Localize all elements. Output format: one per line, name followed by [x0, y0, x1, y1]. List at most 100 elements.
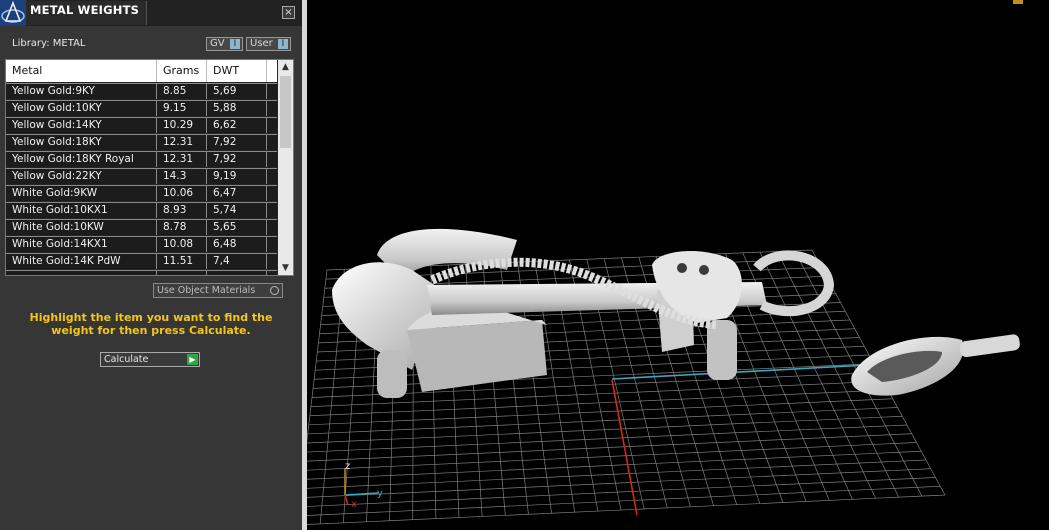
- table-row[interactable]: White Gold:14KX1 10.08 6,48: [6, 236, 277, 252]
- 3d-viewport[interactable]: z y x: [307, 0, 1049, 530]
- column-header-metal[interactable]: Metal: [6, 60, 157, 82]
- use-object-materials-label: Use Object Materials: [157, 285, 256, 296]
- table-row[interactable]: Yellow Gold:9KY 8.85 5,69: [6, 83, 277, 99]
- grid-line: [307, 468, 931, 498]
- library-label: Library: METAL: [12, 38, 86, 49]
- table-header: Metal Grams DWT: [6, 60, 277, 82]
- table-row[interactable]: Yellow Gold:18KY Royal 12.31 7,92: [6, 151, 277, 167]
- column-header-grams[interactable]: Grams: [157, 60, 207, 82]
- bail-model[interactable]: [851, 334, 1020, 396]
- grams-cell: 8.78: [157, 220, 207, 235]
- grid-line: [307, 485, 941, 516]
- empty-cell: [267, 271, 277, 275]
- close-button[interactable]: ×: [282, 6, 295, 19]
- scroll-down-arrow-icon[interactable]: ▼: [278, 261, 293, 275]
- play-arrow-icon: ▶: [187, 354, 198, 365]
- grid-line: [307, 433, 912, 462]
- use-object-materials-option[interactable]: Use Object Materials: [153, 283, 283, 298]
- axis-label-z: z: [345, 461, 351, 472]
- table-row[interactable]: Yellow Gold:14KY 10.29 6,62: [6, 117, 277, 133]
- empty-cell: [267, 237, 277, 252]
- panel-title: METAL WEIGHTS: [30, 3, 140, 17]
- dwt-cell: 6,47: [207, 186, 267, 201]
- scene-canvas[interactable]: [307, 0, 1049, 530]
- dwt-cell: 7,4: [207, 254, 267, 269]
- metal-cell: White Gold:10KW: [6, 220, 157, 235]
- empty-cell: [267, 152, 277, 167]
- axis-label-x: x: [351, 499, 357, 510]
- metal-cell: Yellow Gold:9KY: [6, 84, 157, 99]
- grams-cell: 12.31: [157, 135, 207, 150]
- grams-cell: 8.85: [157, 84, 207, 99]
- metal-cell: Yellow Gold:14KY: [6, 118, 157, 133]
- gv-toggle-label: GV: [210, 38, 225, 49]
- scroll-up-arrow-icon[interactable]: ▲: [278, 60, 293, 74]
- gv-toggle-icon: I: [230, 39, 240, 49]
- dwt-cell: 5,88: [207, 101, 267, 116]
- metal-weights-panel: METAL WEIGHTS × Library: METAL GV I User…: [0, 0, 302, 530]
- viewport-corner-marker: [1013, 0, 1023, 4]
- metal-cell: White Gold:14K PdW: [6, 254, 157, 269]
- y-axis-line: [611, 364, 868, 380]
- axis-label-y: y: [377, 488, 383, 499]
- empty-cell: [267, 203, 277, 218]
- app-logo-icon: [0, 0, 26, 26]
- table-scrollbar[interactable]: ▲ ▼: [278, 60, 293, 275]
- grams-cell: 10.29: [157, 118, 207, 133]
- dwt-cell: 5,69: [207, 84, 267, 99]
- dwt-cell: 7,92: [207, 152, 267, 167]
- empty-cell: [267, 169, 277, 184]
- dwt-cell: 7,92: [207, 135, 267, 150]
- dwt-cell: 5,74: [207, 203, 267, 218]
- dwt-cell: 6,62: [207, 118, 267, 133]
- metal-cell: Yellow Gold:22KY: [6, 169, 157, 184]
- calculate-button[interactable]: Calculate ▶: [100, 352, 200, 367]
- grid-line: [307, 424, 908, 453]
- instruction-text: Highlight the item you want to find the …: [29, 311, 273, 337]
- grid-line: [307, 477, 936, 507]
- metal-cell: White Gold:9KW: [6, 186, 157, 201]
- table-row[interactable]: Yellow Gold:10KY 9.15 5,88: [6, 100, 277, 116]
- metal-cell: Yellow Gold:18KY Royal: [6, 152, 157, 167]
- empty-cell: [267, 135, 277, 150]
- table-row[interactable]: White Gold:14K PdW 11.51 7,4: [6, 253, 277, 269]
- grams-cell-cut: [157, 271, 207, 275]
- empty-cell: [267, 118, 277, 133]
- grams-cell: 11.51: [157, 254, 207, 269]
- dwt-cell: 6,48: [207, 237, 267, 252]
- metal-cell: White Gold:14KX1: [6, 237, 157, 252]
- table-row[interactable]: White Gold:10KW 8.78 5,65: [6, 219, 277, 235]
- table-row[interactable]: Yellow Gold:18KY 12.31 7,92: [6, 134, 277, 150]
- grams-cell: 8.93: [157, 203, 207, 218]
- table-row-partial[interactable]: [6, 270, 277, 275]
- empty-cell: [267, 84, 277, 99]
- grams-cell: 10.06: [157, 186, 207, 201]
- dwt-cell: 9,19: [207, 169, 267, 184]
- user-toggle-label: User: [250, 38, 273, 49]
- metal-cell: White Gold:10KX1: [6, 203, 157, 218]
- empty-cell: [267, 101, 277, 116]
- grams-cell: 10.08: [157, 237, 207, 252]
- table-row[interactable]: White Gold:9KW 10.06 6,47: [6, 185, 277, 201]
- table-row[interactable]: Yellow Gold:22KY 14.3 9,19: [6, 168, 277, 184]
- grams-cell: 9.15: [157, 101, 207, 116]
- metal-cell: Yellow Gold:10KY: [6, 101, 157, 116]
- scroll-thumb[interactable]: [280, 76, 291, 148]
- metal-cell-cut: [6, 271, 157, 275]
- gv-toggle[interactable]: GV I: [206, 37, 243, 51]
- user-toggle-icon: I: [278, 39, 288, 49]
- dwt-cell-cut: [207, 271, 267, 275]
- column-header-dwt[interactable]: DWT: [207, 60, 267, 82]
- empty-cell: [267, 220, 277, 235]
- metal-table: Metal Grams DWT Yellow Gold:9KY 8.85 5,6…: [5, 59, 294, 276]
- table-row[interactable]: White Gold:10KX1 8.93 5,74: [6, 202, 277, 218]
- metal-cell: Yellow Gold:18KY: [6, 135, 157, 150]
- panel-titlebar: METAL WEIGHTS ×: [0, 0, 302, 26]
- empty-cell: [267, 254, 277, 269]
- user-toggle[interactable]: User I: [246, 37, 291, 51]
- radio-icon[interactable]: [270, 286, 279, 295]
- close-icon: ×: [284, 7, 293, 18]
- dwt-cell: 5,65: [207, 220, 267, 235]
- grams-cell: 12.31: [157, 152, 207, 167]
- grid-line: [307, 459, 927, 489]
